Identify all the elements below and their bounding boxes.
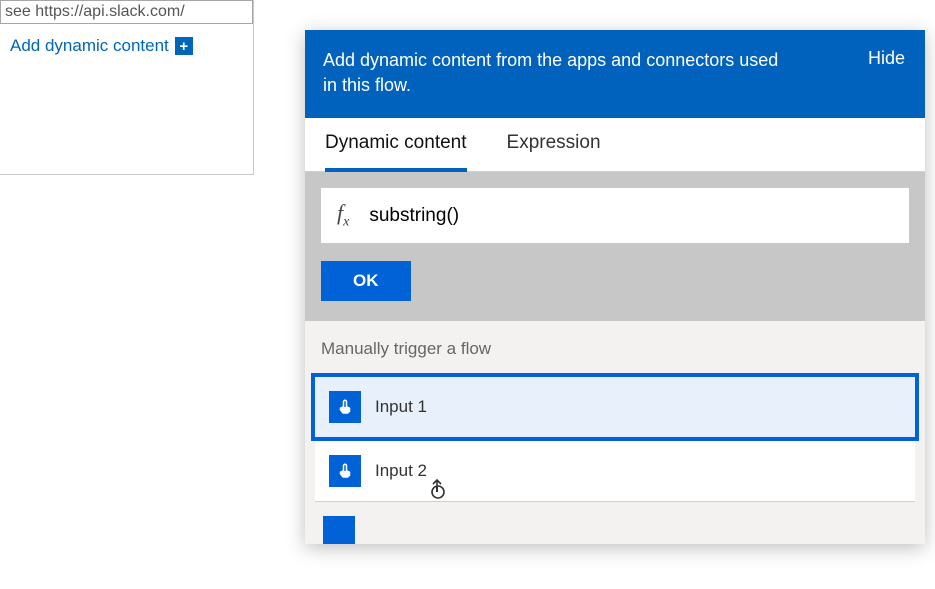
add-dynamic-content-label: Add dynamic content (10, 36, 169, 56)
dynamic-content-popover: Add dynamic content from the apps and co… (305, 30, 925, 544)
dynamic-item-input-2[interactable]: Input 2 (315, 441, 915, 502)
dynamic-item-label: Input 2 (375, 461, 427, 481)
dynamic-item-input-1[interactable]: Input 1 (311, 373, 919, 441)
touch-icon (329, 455, 361, 487)
popover-header-text: Add dynamic content from the apps and co… (323, 48, 793, 98)
add-dynamic-content-link[interactable]: Add dynamic content + (0, 24, 253, 64)
expression-input[interactable]: fx substring() (321, 188, 909, 242)
fx-icon: fx (337, 200, 349, 230)
dynamic-item-label: Input 1 (375, 397, 427, 417)
dynamic-items-section: Manually trigger a flow Input 1 Input 2 (305, 321, 925, 544)
tabs: Dynamic content Expression (305, 118, 925, 172)
action-card: see https://api.slack.com/ Add dynamic c… (0, 0, 254, 175)
expression-text: substring() (369, 205, 459, 227)
tab-expression[interactable]: Expression (507, 132, 601, 171)
hide-button[interactable]: Hide (868, 48, 905, 69)
touch-icon (329, 391, 361, 423)
section-title: Manually trigger a flow (305, 333, 925, 373)
expression-area: fx substring() OK (305, 172, 925, 320)
ok-button[interactable]: OK (321, 261, 411, 301)
url-hint-text: see https://api.slack.com/ (0, 0, 253, 24)
popover-header: Add dynamic content from the apps and co… (305, 30, 925, 118)
touch-icon (323, 516, 355, 544)
plus-icon: + (175, 37, 193, 55)
tab-dynamic-content[interactable]: Dynamic content (325, 132, 467, 172)
